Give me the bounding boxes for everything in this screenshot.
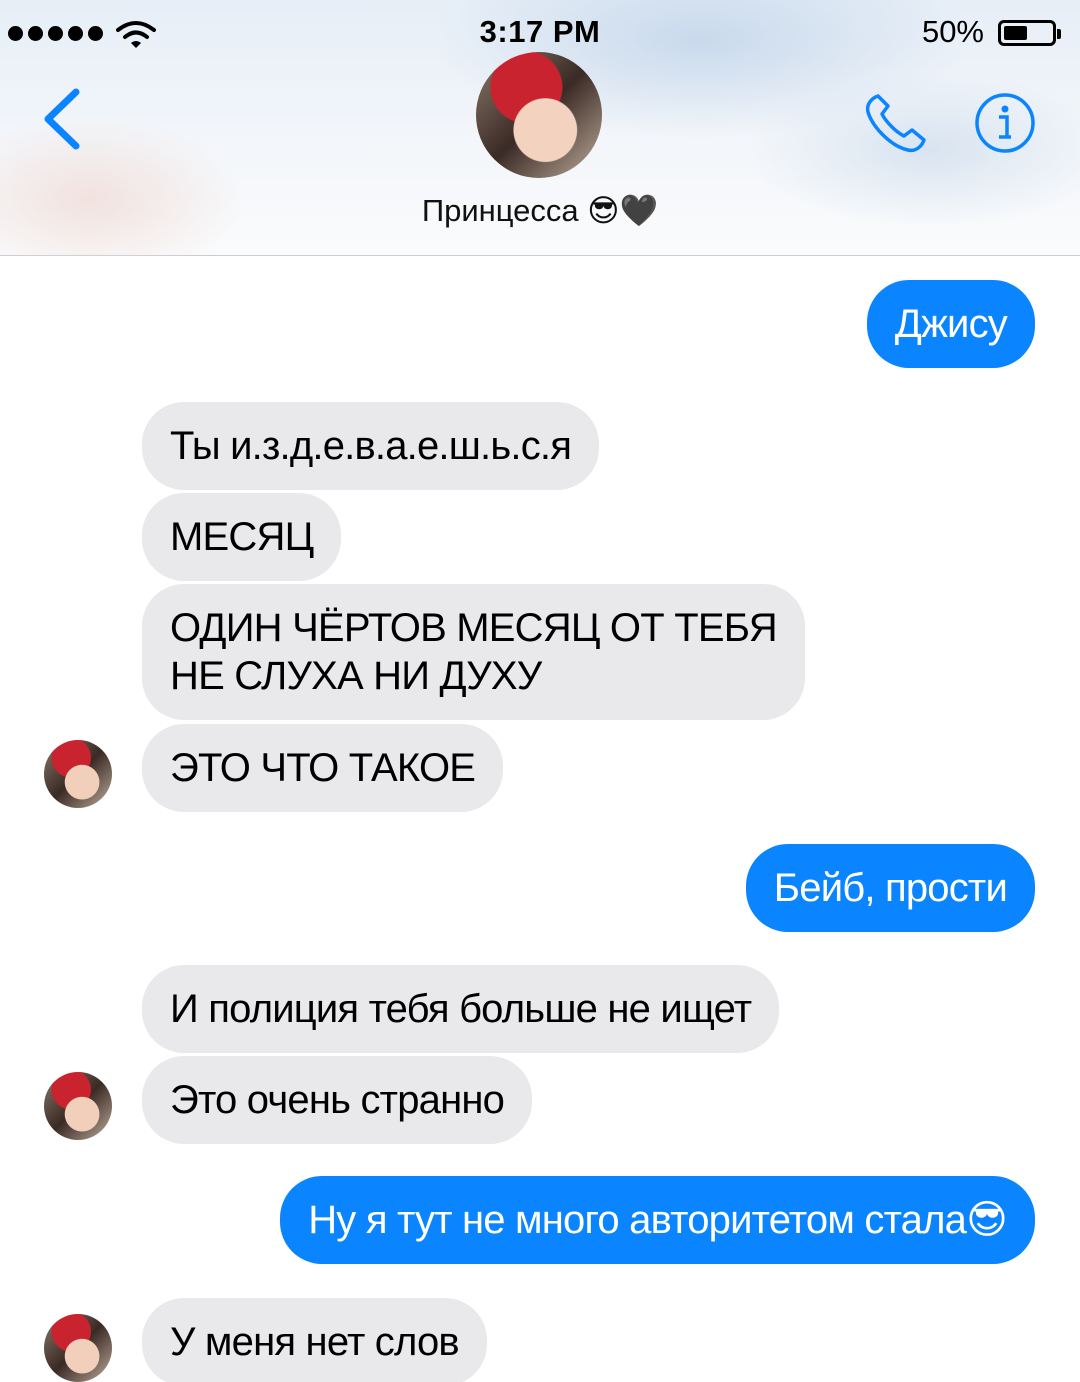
phone-icon[interactable] (864, 92, 930, 154)
sender-avatar[interactable] (44, 740, 112, 808)
message-bubble-outgoing[interactable]: Ну я тут не много авторитетом стала😎 (280, 1176, 1035, 1264)
message-bubble-outgoing[interactable]: Бейб, прости (745, 844, 1035, 932)
message-line: ОДИН ЧЁРТОВ МЕСЯЦ ОТ ТЕБЯ (170, 606, 778, 650)
chat-header: 3:17 PM 50% Принцесса 😎🖤 (0, 0, 1080, 256)
status-time: 3:17 PM (479, 14, 601, 49)
back-chevron-icon[interactable] (36, 86, 86, 152)
battery-level (1004, 26, 1027, 40)
message-bubble-incoming[interactable]: Это очень странно (142, 1056, 533, 1144)
message-bubble-incoming[interactable]: У меня нет слов (142, 1298, 487, 1382)
sender-avatar[interactable] (44, 1314, 112, 1382)
message-bubble-incoming[interactable]: И полиция тебя больше не ищет (142, 965, 780, 1053)
message-bubble-outgoing[interactable]: Джису (866, 280, 1035, 368)
message-bubble-incoming[interactable]: МЕСЯЦ (142, 493, 342, 581)
message-bubble-incoming[interactable]: Ты и.з.д.е.в.а.е.ш.ь.с.я (142, 402, 600, 490)
message-bubble-incoming[interactable]: ОДИН ЧЁРТОВ МЕСЯЦ ОТ ТЕБЯ НЕ СЛУХА НИ ДУ… (142, 584, 805, 720)
contact-avatar[interactable] (476, 52, 602, 178)
contact-name[interactable]: Принцесса 😎🖤 (0, 192, 1080, 229)
battery-percentage: 50% (921, 14, 984, 49)
message-bubble-incoming[interactable]: ЭТО ЧТО ТАКОЕ (142, 724, 504, 812)
info-icon[interactable] (974, 92, 1036, 154)
message-line: НЕ СЛУХА НИ ДУХУ (170, 654, 542, 698)
battery-icon (998, 20, 1061, 46)
sender-avatar[interactable] (44, 1072, 112, 1140)
